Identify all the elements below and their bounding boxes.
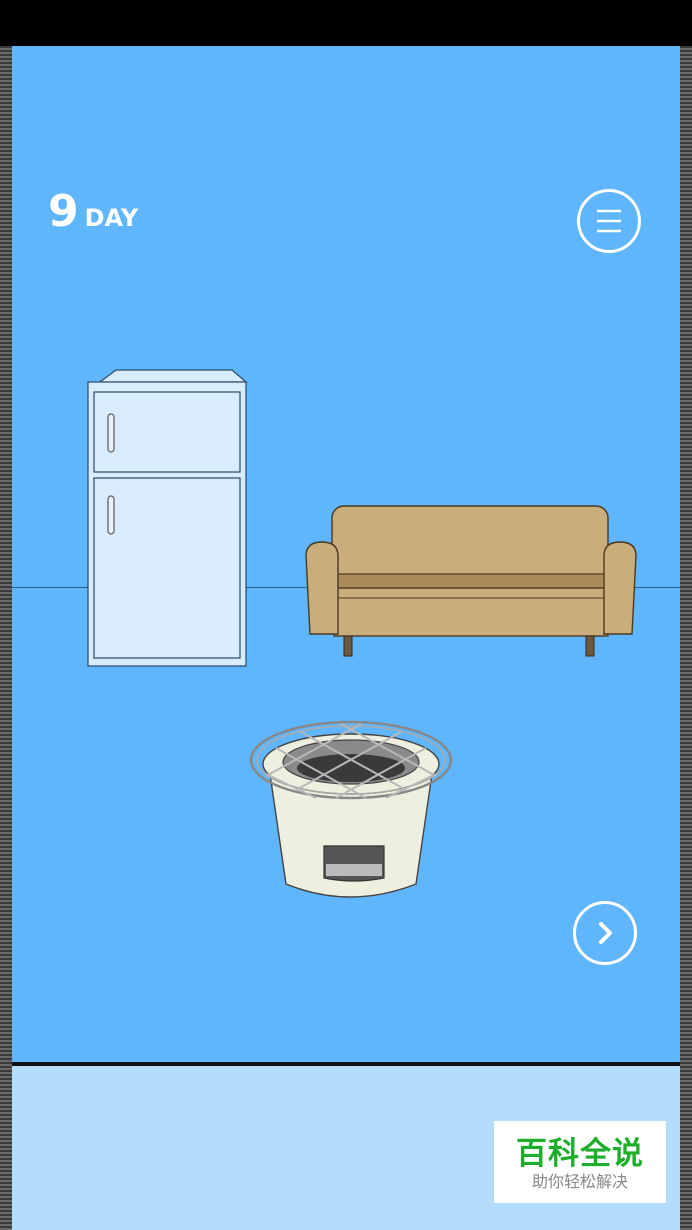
refrigerator[interactable]: [86, 368, 248, 668]
right-edge-strip: [680, 46, 692, 1230]
watermark-title: 百科全说: [516, 1136, 644, 1172]
left-edge-strip: [0, 46, 12, 1230]
watermark-logo: 百科全说 助你轻松解决: [494, 1121, 666, 1203]
day-number: 9: [48, 186, 79, 237]
sofa[interactable]: [304, 504, 638, 660]
watermark-subtitle: 助你轻松解决: [531, 1172, 628, 1191]
game-scene: 9 DAY: [12, 46, 680, 1062]
hamburger-menu-icon: [597, 209, 621, 233]
status-bar: [0, 0, 692, 46]
day-counter: 9 DAY: [48, 186, 138, 237]
day-word: DAY: [84, 204, 139, 232]
chevron-right-icon: [599, 922, 612, 944]
next-scene-button[interactable]: [573, 901, 637, 965]
menu-button[interactable]: [577, 189, 641, 253]
charcoal-brazier[interactable]: [246, 714, 456, 910]
